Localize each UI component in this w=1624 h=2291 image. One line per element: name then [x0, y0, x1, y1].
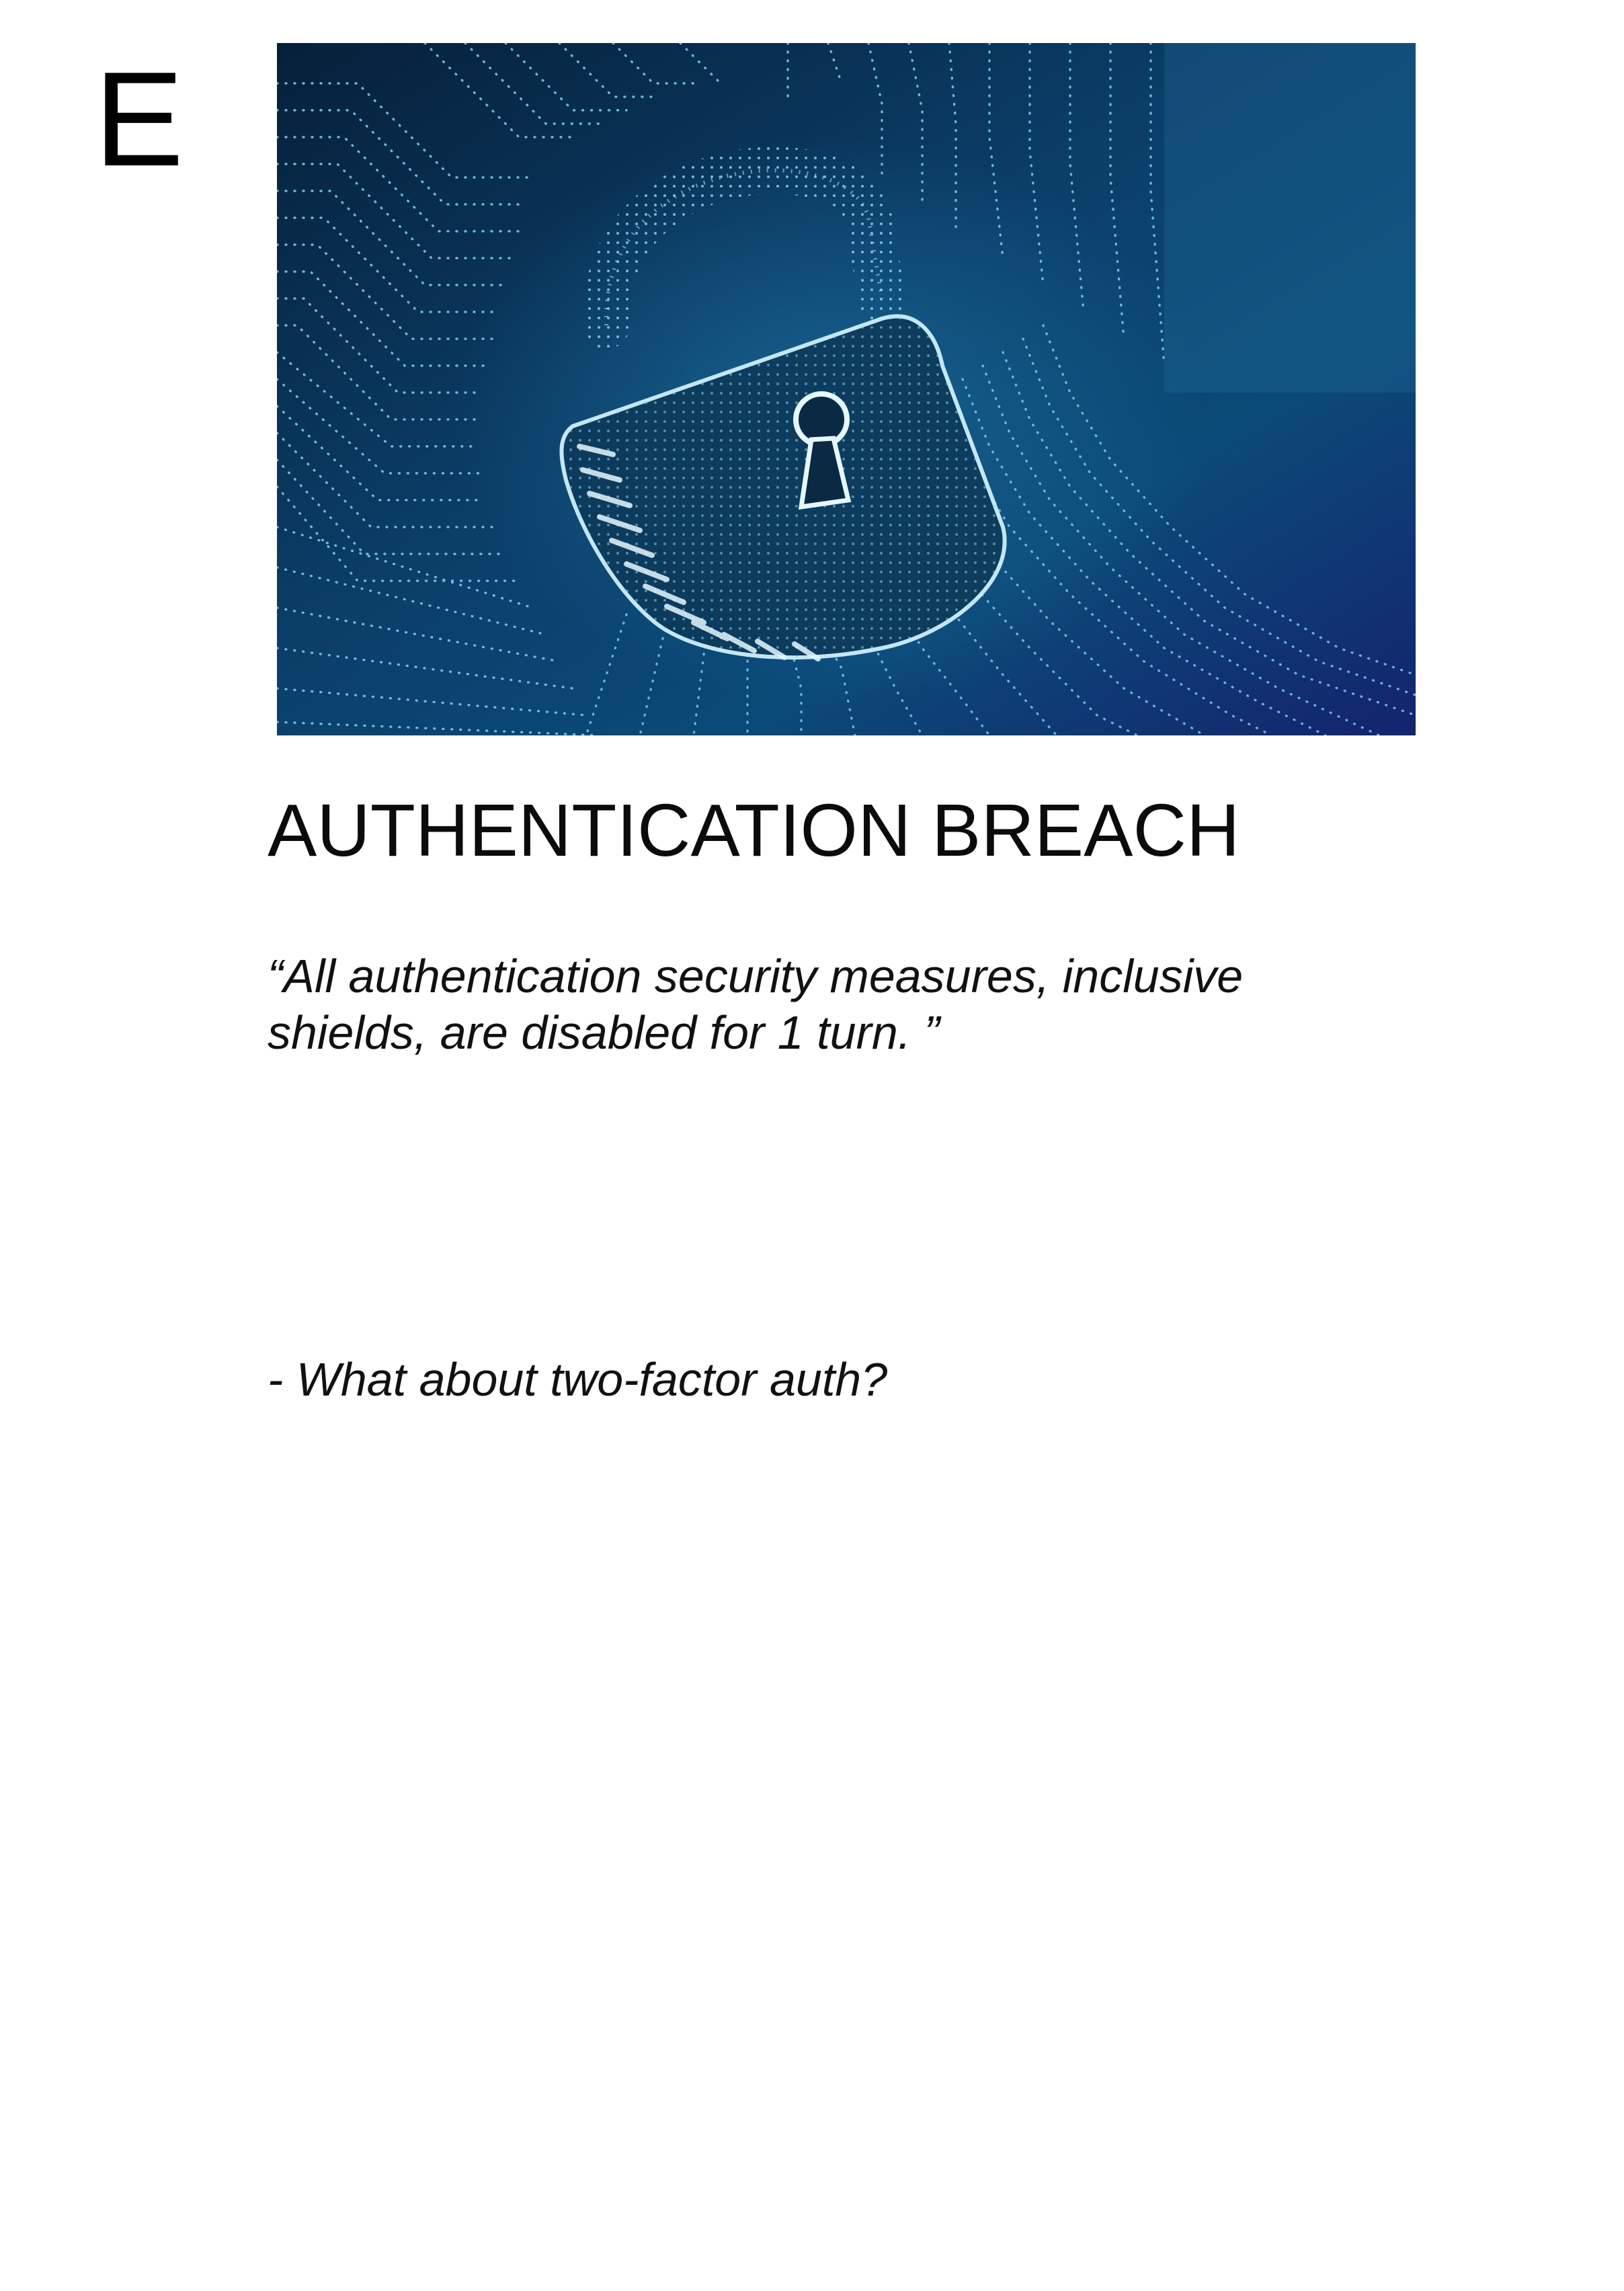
card-title: AUTHENTICATION BREACH	[268, 789, 1240, 872]
card-illustration	[277, 43, 1416, 735]
card-effect-quote: “All authentication security measures, i…	[268, 948, 1410, 1061]
quote-line-2: shields, are disabled for 1 turn. ”	[268, 1006, 940, 1059]
padlock-circuit-illustration	[277, 43, 1416, 735]
card-corner-letter: E	[94, 44, 184, 194]
quote-line-1: “All authentication security measures, i…	[268, 950, 1244, 1002]
card-note-question: - What about two-factor auth?	[268, 1353, 888, 1406]
